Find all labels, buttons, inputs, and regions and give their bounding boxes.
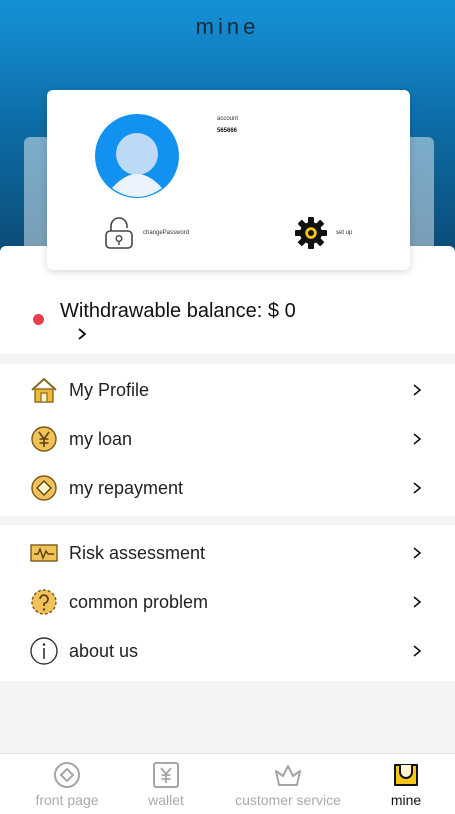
user-card-icon xyxy=(394,764,418,786)
avatar[interactable] xyxy=(95,114,179,198)
chevron-right-icon xyxy=(413,596,422,608)
menu-item-about-us[interactable]: about us xyxy=(0,627,455,676)
lock-icon xyxy=(105,217,133,249)
status-dot xyxy=(33,314,44,325)
menu-item-label: Risk assessment xyxy=(69,543,206,563)
tab-label: wallet xyxy=(148,792,184,808)
chevron-right-icon xyxy=(413,645,422,657)
menu-item-label: about us xyxy=(69,641,139,661)
menu-item-label: my loan xyxy=(69,429,133,449)
chevron-right-icon[interactable] xyxy=(76,327,88,341)
page-title: mine xyxy=(195,14,260,39)
setup-button[interactable]: set up xyxy=(294,216,352,250)
menu-group-info: Risk assessment common problem about us xyxy=(0,525,455,681)
menu-item-my-repayment[interactable]: my repayment xyxy=(0,464,455,513)
change-password-label: changePassword xyxy=(143,230,190,236)
house-icon xyxy=(31,377,57,403)
info-icon xyxy=(30,637,58,665)
profile-card: account 565666 changePassword set up xyxy=(47,90,410,270)
menu-item-label: My Profile xyxy=(69,380,150,400)
tab-label: customer service xyxy=(235,792,341,808)
compass-icon xyxy=(54,762,80,788)
menu-item-my-loan[interactable]: my loan xyxy=(0,415,455,464)
chevron-right-icon xyxy=(413,433,422,445)
menu-item-label: common problem xyxy=(69,592,209,612)
account-value: 565666 xyxy=(217,128,238,134)
withdrawable-balance: Withdrawable balance: $ 0 xyxy=(60,300,296,322)
question-icon xyxy=(31,589,57,615)
yen-coin-icon xyxy=(31,426,57,452)
chevron-right-icon xyxy=(413,482,422,494)
tab-wallet[interactable]: wallet xyxy=(106,760,226,812)
menu-item-common-problem[interactable]: common problem xyxy=(0,578,455,627)
tab-label: mine xyxy=(390,792,422,808)
gear-icon xyxy=(295,217,327,249)
tab-mine[interactable]: mine xyxy=(346,760,455,812)
account-label: account xyxy=(217,116,239,122)
menu-item-my-profile[interactable]: My Profile xyxy=(0,366,455,415)
chevron-right-icon xyxy=(413,384,422,396)
bottom-tab-bar: front page wallet customer service mine xyxy=(0,753,455,814)
setup-label: set up xyxy=(336,230,353,236)
menu-item-risk-assessment[interactable]: Risk assessment xyxy=(0,529,455,578)
balance-row[interactable]: Withdrawable balance: $ 0 xyxy=(0,296,455,346)
change-password-button[interactable]: changePassword xyxy=(103,216,189,250)
tab-customer-service[interactable]: customer service xyxy=(228,760,348,812)
coin-icon xyxy=(31,475,57,501)
menu-item-label: my repayment xyxy=(69,478,184,498)
menu-group-account: My Profile my loan my repayment xyxy=(0,364,455,516)
yen-wallet-icon xyxy=(153,762,179,788)
crown-icon xyxy=(275,765,301,786)
chart-card-icon xyxy=(30,544,58,562)
chevron-right-icon xyxy=(413,547,422,559)
